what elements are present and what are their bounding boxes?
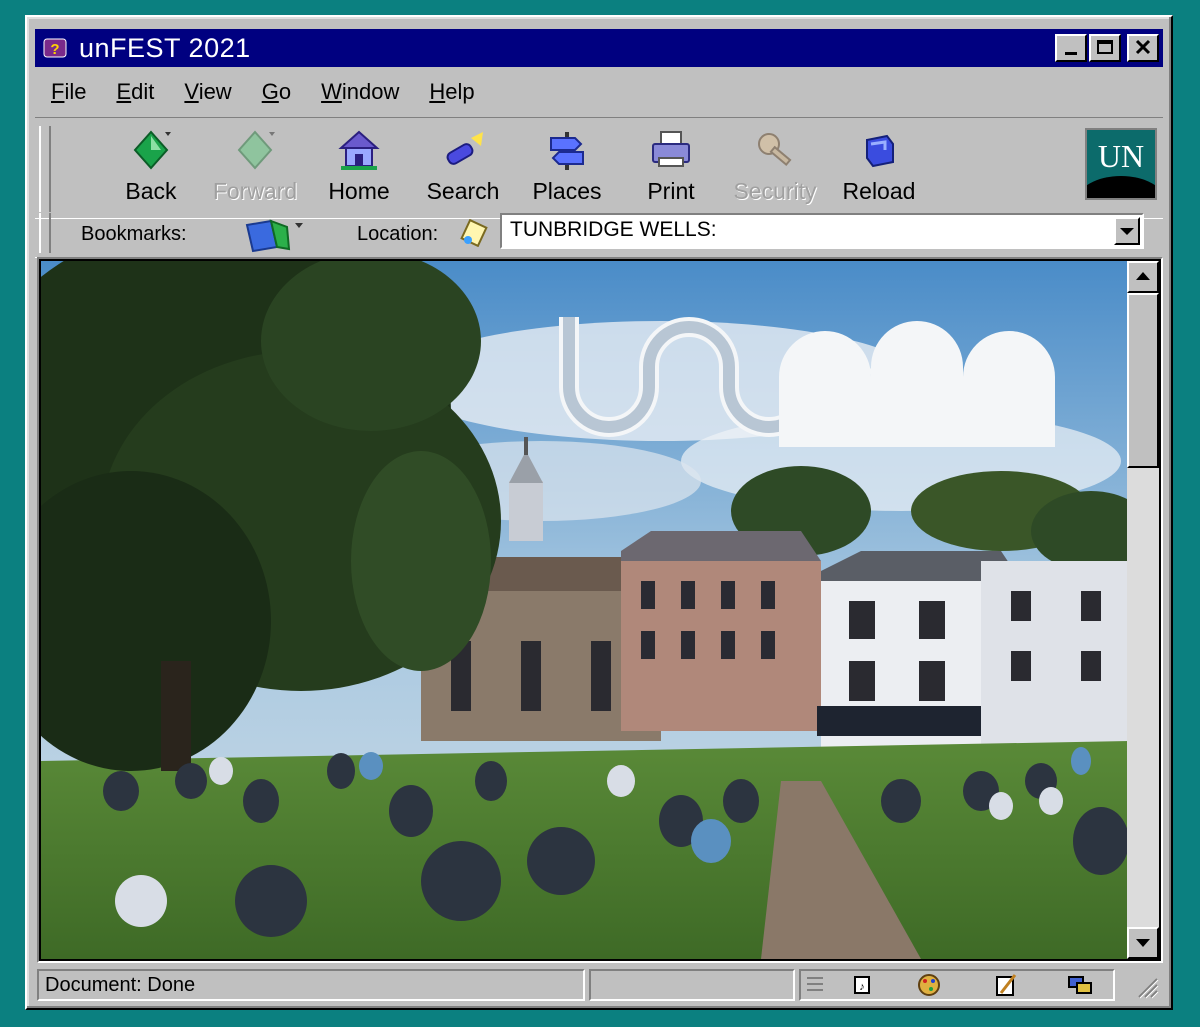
print-label: Print (647, 178, 695, 204)
security-label: Security (733, 178, 817, 204)
un-logo[interactable]: UN (1085, 128, 1157, 200)
scroll-thumb[interactable] (1127, 293, 1159, 468)
unfest-logo-fest: FEST (793, 358, 1041, 414)
location-grip[interactable] (39, 213, 51, 253)
toolbar-grip[interactable] (39, 126, 51, 212)
location-url: TUNBRIDGE WELLS: (510, 218, 717, 241)
minimize-button[interactable] (1055, 34, 1087, 62)
arrow-up-icon (1136, 272, 1150, 280)
places-label: Places (532, 178, 602, 204)
home-button[interactable]: Home (307, 128, 411, 205)
minimize-icon (1065, 52, 1077, 55)
resize-grip-icon[interactable] (1135, 975, 1159, 999)
close-button[interactable] (1127, 34, 1159, 62)
festival-photo: un FEST (41, 261, 1129, 959)
menu-go[interactable]: Go (262, 79, 291, 105)
svg-text:?: ? (50, 41, 59, 58)
palette-icon[interactable] (918, 974, 940, 996)
forward-icon (237, 130, 275, 170)
print-button[interactable]: Print (619, 128, 723, 205)
browser-window: ? unFEST 2021 File Edit View Go Window H… (25, 15, 1173, 1010)
close-icon (1135, 39, 1151, 55)
menu-edit[interactable]: Edit (116, 79, 154, 105)
print-icon (652, 131, 690, 167)
security-icon (758, 133, 792, 167)
location-label: Location: (357, 223, 439, 245)
scroll-up-button[interactable] (1127, 261, 1159, 293)
home-label: Home (328, 178, 390, 204)
maximize-icon (1097, 40, 1113, 54)
back-icon (133, 130, 171, 170)
navigation-toolbar: Back Forward Home Search Places Print Se… (35, 117, 1163, 219)
location-toolbar: Bookmarks: Location: TUNBRIDGE WELLS: (35, 209, 1163, 258)
status-text: Document: Done (45, 974, 196, 996)
back-button[interactable]: Back (99, 128, 203, 205)
menu-window[interactable]: Window (321, 79, 399, 105)
menu-file[interactable]: File (51, 79, 86, 105)
reload-icon (866, 134, 894, 168)
svg-text:♪: ♪ (859, 981, 865, 993)
arrow-down-icon (1136, 939, 1150, 947)
reload-label: Reload (842, 178, 916, 204)
mail-icon[interactable]: ♪ (854, 976, 870, 994)
location-input[interactable]: TUNBRIDGE WELLS: (500, 213, 1144, 249)
bookmarks-label: Bookmarks: (81, 223, 187, 245)
status-text-cell: Document: Done (37, 969, 585, 1001)
security-button[interactable]: Security (723, 128, 827, 205)
window-title: unFEST 2021 (79, 32, 251, 63)
vertical-scrollbar[interactable] (1127, 261, 1159, 959)
places-icon (550, 132, 584, 170)
network-icon[interactable] (1068, 976, 1092, 994)
forward-button[interactable]: Forward (203, 128, 307, 205)
component-bar: ♪ (799, 969, 1115, 1001)
progress-cell (589, 969, 795, 1001)
location-dropdown-button[interactable] (1114, 217, 1140, 245)
search-label: Search (426, 178, 500, 204)
unfest-logo: un FEST (557, 307, 1055, 447)
page-proxy-icon[interactable] (459, 219, 489, 247)
menu-bar: File Edit View Go Window Help (35, 72, 1163, 112)
back-label: Back (125, 178, 177, 204)
un-logo-text: UN (1097, 138, 1145, 174)
places-button[interactable]: Places (515, 128, 619, 205)
home-icon (338, 130, 380, 170)
forward-label: Forward (212, 178, 298, 204)
reload-button[interactable]: Reload (827, 128, 931, 205)
unfest-logo-un: un (557, 307, 559, 308)
app-icon: ? (43, 38, 67, 58)
scroll-down-button[interactable] (1127, 927, 1159, 959)
title-bar[interactable]: ? unFEST 2021 (35, 29, 1163, 67)
chevron-down-icon (1120, 228, 1134, 235)
composer-icon[interactable] (996, 974, 1017, 996)
menu-help[interactable]: Help (429, 79, 474, 105)
bookmarks-icon[interactable] (243, 213, 303, 253)
status-bar: Document: Done ♪ (35, 967, 1163, 1003)
component-grip (807, 977, 823, 991)
page-content: un FEST (37, 257, 1163, 963)
maximize-button[interactable] (1089, 34, 1121, 62)
search-icon (446, 132, 483, 165)
menu-view[interactable]: View (184, 79, 231, 105)
search-button[interactable]: Search (411, 128, 515, 205)
